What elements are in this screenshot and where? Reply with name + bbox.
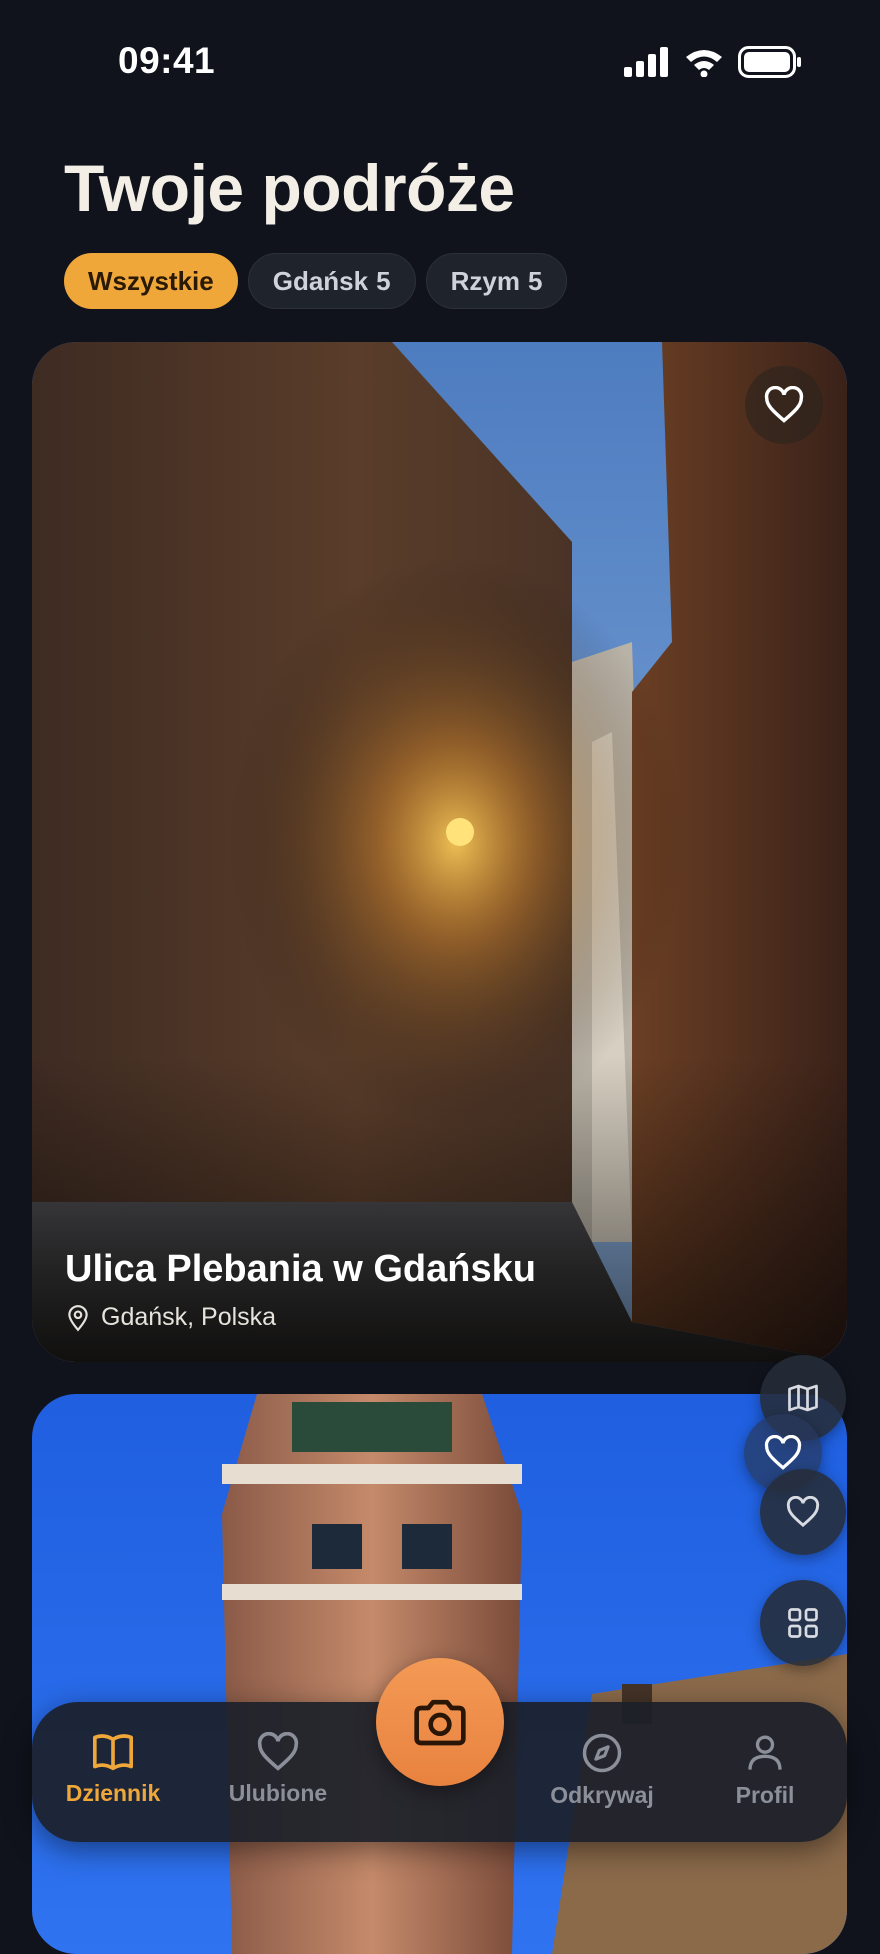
status-time: 09:41 xyxy=(118,40,216,81)
tab-label: Profil xyxy=(735,1782,795,1808)
location-pin-icon xyxy=(68,1304,88,1332)
favorite-button[interactable] xyxy=(745,366,823,444)
filter-chips: Wszystkie Gdańsk 5 Rzym 5 xyxy=(64,253,568,309)
tab-odkrywaj[interactable]: Odkrywaj xyxy=(537,1732,667,1809)
filter-chip-rzym[interactable]: Rzym 5 xyxy=(425,253,568,309)
wifi-icon xyxy=(686,50,722,77)
trip-photo xyxy=(32,342,847,1362)
filter-chip-all[interactable]: Wszystkie xyxy=(64,253,238,309)
card-title: Ulica Plebania w Gdańsku xyxy=(65,1248,536,1290)
heart-icon xyxy=(764,386,804,423)
status-icons xyxy=(624,46,802,78)
card-location: Gdańsk, Polska xyxy=(65,1303,536,1332)
grid-icon xyxy=(788,1608,818,1638)
tab-profil[interactable]: Profil xyxy=(700,1732,830,1809)
camera-button[interactable] xyxy=(376,1658,504,1786)
person-icon xyxy=(748,1735,782,1770)
grid-view-button[interactable] xyxy=(760,1580,846,1666)
heart-icon xyxy=(786,1496,820,1528)
filter-chip-label: Rzym xyxy=(450,265,520,296)
page-title: Twoje podróże xyxy=(64,151,515,225)
tab-dziennik[interactable]: Dziennik xyxy=(48,1732,178,1807)
camera-icon xyxy=(414,1699,466,1746)
map-icon xyxy=(788,1384,818,1412)
tab-ulubione[interactable]: Ulubione xyxy=(213,1732,343,1807)
favorites-filter-button[interactable] xyxy=(760,1469,846,1555)
trip-card[interactable]: Ulica Plebania w Gdańsku Gdańsk, Polska xyxy=(32,342,847,1362)
signal-icon xyxy=(624,47,668,77)
filter-chip-label: Wszystkie xyxy=(88,265,214,296)
battery-icon xyxy=(738,46,801,78)
heart-icon xyxy=(764,1435,802,1470)
card-caption: Ulica Plebania w Gdańsku Gdańsk, Polska xyxy=(65,1248,536,1332)
filter-chip-count: 5 xyxy=(527,265,543,296)
compass-icon xyxy=(582,1733,622,1773)
heart-icon xyxy=(257,1732,299,1771)
tab-label: Ulubione xyxy=(228,1780,328,1806)
card-location-text: Gdańsk, Polska xyxy=(101,1303,277,1331)
filter-chip-label: Gdańsk xyxy=(272,265,369,296)
status-bar: 09:41 xyxy=(0,0,880,130)
filter-chip-count: 5 xyxy=(376,265,391,296)
filter-chip-gdansk[interactable]: Gdańsk 5 xyxy=(247,253,416,309)
book-icon xyxy=(93,1734,133,1771)
tab-label: Dziennik xyxy=(65,1780,161,1806)
tab-label: Odkrywaj xyxy=(550,1782,654,1808)
